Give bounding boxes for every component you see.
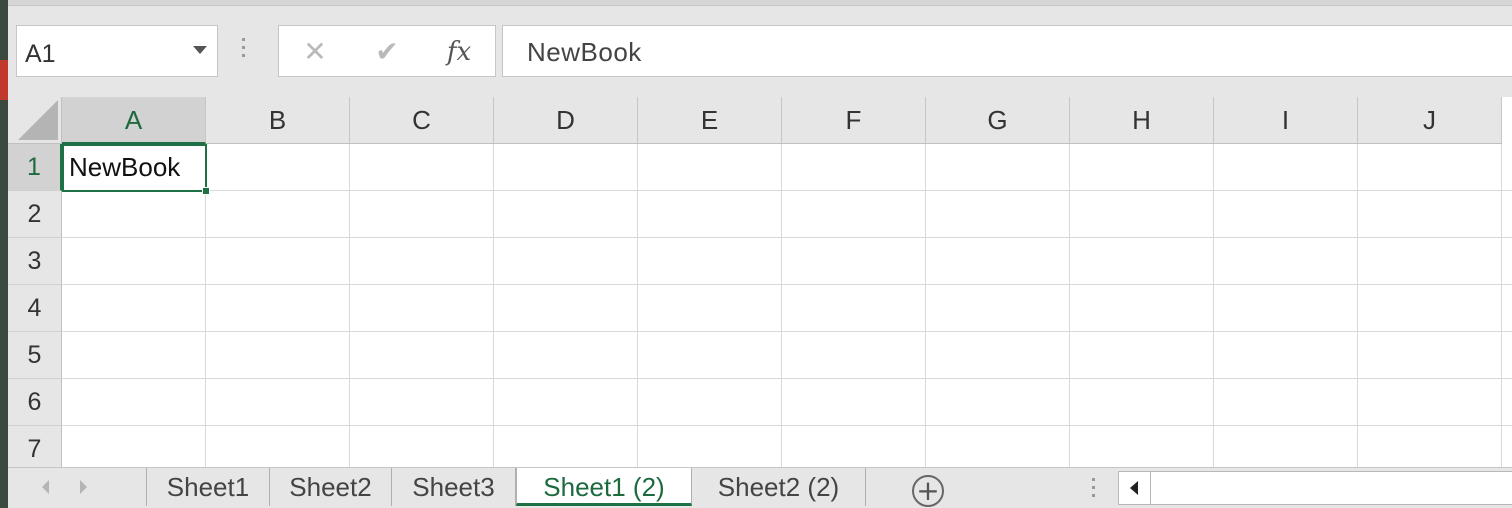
- formula-value: NewBook: [527, 37, 642, 67]
- sheet-tab-bar: Sheet1 Sheet2 Sheet3 Sheet1 (2) Sheet2 (2) +: [8, 467, 1512, 508]
- row-header-7[interactable]: 7: [8, 426, 62, 467]
- row-header-6[interactable]: 6: [8, 379, 62, 426]
- gridline-horizontal: [62, 378, 1512, 379]
- scroll-left-button[interactable]: [1119, 472, 1151, 504]
- tab-scroll-right-icon[interactable]: [80, 480, 87, 494]
- column-header-f[interactable]: F: [782, 97, 926, 144]
- row-header-1[interactable]: 1: [8, 144, 62, 191]
- sheet-tab-2[interactable]: Sheet2: [270, 468, 392, 506]
- formula-input[interactable]: NewBook: [502, 25, 1512, 77]
- horizontal-scrollbar[interactable]: [1118, 471, 1512, 505]
- row-header-3[interactable]: 3: [8, 238, 62, 285]
- sheet-tab-4[interactable]: Sheet1 (2): [516, 468, 692, 506]
- insert-function-icon[interactable]: fx: [439, 34, 479, 70]
- cell-a1[interactable]: NewBook: [62, 144, 210, 195]
- gridline-vertical: [637, 144, 638, 467]
- gridline-vertical: [349, 144, 350, 467]
- tab-bar-resize-grip[interactable]: [1092, 478, 1096, 502]
- column-header-c[interactable]: C: [350, 97, 494, 144]
- gridline-horizontal: [62, 237, 1512, 238]
- gridline-vertical: [493, 144, 494, 467]
- gridline-horizontal: [62, 284, 1512, 285]
- gridline-vertical: [781, 144, 782, 467]
- excel-window: A1 ✕ ✔ fx NewBook A B C D E F G H I J 1 2 3 4 5 6 7 NewBo…: [8, 0, 1512, 508]
- row-header-2[interactable]: 2: [8, 191, 62, 238]
- worksheet-grid[interactable]: A B C D E F G H I J 1 2 3 4 5 6 7 NewBook: [8, 97, 1512, 467]
- gridline-vertical: [1213, 144, 1214, 467]
- sheet-tab-1[interactable]: Sheet1: [146, 468, 270, 506]
- formula-buttons: ✕ ✔ fx: [278, 25, 496, 77]
- desktop-background: [0, 0, 8, 508]
- gridline-horizontal: [62, 190, 1512, 191]
- tab-scroll-left-icon[interactable]: [42, 480, 49, 494]
- column-header-i[interactable]: I: [1214, 97, 1358, 144]
- formula-bar-resize-grip[interactable]: [242, 38, 246, 64]
- column-header-b[interactable]: B: [206, 97, 350, 144]
- column-header-e[interactable]: E: [638, 97, 782, 144]
- scroll-left-arrow-icon: [1130, 481, 1138, 495]
- gridline-vertical: [1357, 144, 1358, 467]
- column-header-g[interactable]: G: [926, 97, 1070, 144]
- row-header-5[interactable]: 5: [8, 332, 62, 379]
- column-header-d[interactable]: D: [494, 97, 638, 144]
- select-all-button[interactable]: [8, 97, 62, 144]
- cell-a1-value: NewBook: [69, 152, 181, 182]
- gridline-vertical: [1501, 144, 1502, 467]
- gridline-horizontal: [62, 331, 1512, 332]
- desktop-icon-fragment: [0, 60, 8, 100]
- name-box-value: A1: [25, 40, 56, 68]
- gridline-vertical: [925, 144, 926, 467]
- fill-handle[interactable]: [202, 187, 210, 195]
- enter-icon[interactable]: ✔: [367, 34, 407, 70]
- gridline-vertical: [1069, 144, 1070, 467]
- column-header-a[interactable]: A: [62, 97, 206, 144]
- column-header-h[interactable]: H: [1070, 97, 1214, 144]
- add-sheet-button[interactable]: +: [912, 475, 944, 507]
- select-all-triangle-icon: [18, 100, 58, 140]
- sheet-tab-5[interactable]: Sheet2 (2): [692, 468, 866, 506]
- chevron-down-icon[interactable]: [193, 46, 207, 54]
- ribbon-bottom-edge: [8, 0, 1512, 6]
- gridline-horizontal: [62, 425, 1512, 426]
- sheet-tab-3[interactable]: Sheet3: [392, 468, 516, 506]
- column-header-j[interactable]: J: [1358, 97, 1502, 144]
- name-box[interactable]: A1: [16, 25, 218, 77]
- cancel-icon[interactable]: ✕: [295, 34, 335, 70]
- row-header-4[interactable]: 4: [8, 285, 62, 332]
